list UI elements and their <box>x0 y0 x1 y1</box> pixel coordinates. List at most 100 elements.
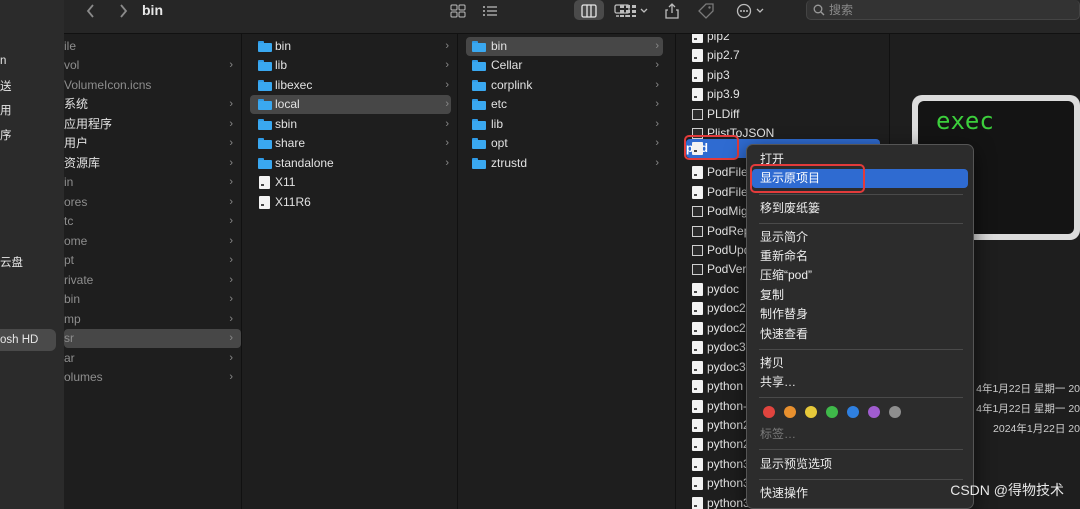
list-item-selected[interactable]: sr › <box>64 329 241 348</box>
list-item[interactable]: 用户 › <box>64 134 241 153</box>
list-item[interactable]: lib › <box>242 56 457 75</box>
back-button[interactable] <box>82 0 100 22</box>
folder-icon <box>472 80 486 91</box>
folder-icon <box>258 99 272 110</box>
list-icon <box>483 6 497 16</box>
list-item[interactable]: bin › <box>242 37 457 56</box>
chevron-right-icon <box>120 4 128 18</box>
menu-item-move-to-trash[interactable]: 移到废纸篓 <box>752 199 968 218</box>
tag-color-dot[interactable] <box>805 406 817 418</box>
list-item[interactable]: 应用程序 › <box>64 115 241 134</box>
list-item[interactable]: ar › <box>64 349 241 368</box>
list-item[interactable]: olumes › <box>64 368 241 387</box>
tag-color-dot[interactable] <box>784 406 796 418</box>
list-item[interactable]: tc › <box>64 212 241 231</box>
list-item[interactable]: pt › <box>64 251 241 270</box>
menu-item-get-info[interactable]: 显示简介 <box>752 228 968 247</box>
chevron-right-icon: › <box>655 59 659 71</box>
list-item[interactable]: lib › <box>458 115 675 134</box>
chevron-right-icon: › <box>445 79 449 91</box>
list-item[interactable]: pip2.7 <box>676 46 889 65</box>
tag-button[interactable] <box>696 0 716 22</box>
list-item[interactable]: standalone › <box>242 154 457 173</box>
icon-view-button[interactable] <box>448 0 468 22</box>
highlight-box-show-original <box>750 164 865 193</box>
sidebar-item[interactable]: 云盘 <box>0 254 23 272</box>
chevron-right-icon: › <box>229 137 233 149</box>
document-icon <box>692 264 703 275</box>
executable-file-icon <box>692 419 703 432</box>
list-item[interactable]: libexec › <box>242 76 457 95</box>
menu-item-quick-look[interactable]: 快速查看 <box>752 325 968 344</box>
list-item[interactable]: 资源库 › <box>64 154 241 173</box>
list-item[interactable]: pip2 <box>676 34 889 46</box>
executable-file-icon <box>692 186 703 199</box>
menu-item-show-view-options[interactable]: 显示预览选项 <box>752 455 968 474</box>
list-item[interactable]: 系统 › <box>64 95 241 114</box>
list-item[interactable]: ores › <box>64 193 241 212</box>
more-actions-button[interactable] <box>734 0 768 22</box>
menu-separator <box>759 349 963 350</box>
chevron-right-icon: › <box>445 137 449 149</box>
modified-date: 4年1月22日 星期一 20 <box>976 403 1080 415</box>
menu-item-duplicate[interactable]: 复制 <box>752 286 968 305</box>
menu-item-quick-actions[interactable]: 快速操作 <box>752 484 968 503</box>
tag-color-dot[interactable] <box>847 406 859 418</box>
sidebar-item[interactable]: 用 <box>0 102 12 120</box>
menu-item-rename[interactable]: 重新命名 <box>752 247 968 266</box>
menu-item-make-alias[interactable]: 制作替身 <box>752 305 968 324</box>
list-item-selected[interactable]: local › <box>250 95 451 114</box>
sidebar-item[interactable]: 送 <box>0 78 12 96</box>
menu-item-compress[interactable]: 压缩“pod” <box>752 266 968 285</box>
highlight-box-pod <box>684 135 739 160</box>
group-by-button[interactable] <box>614 0 654 22</box>
executable-file-icon <box>692 322 703 335</box>
search-icon <box>813 4 825 16</box>
list-view-button[interactable] <box>480 0 500 22</box>
menu-item-share[interactable]: 共享… <box>752 373 968 392</box>
chevron-right-icon: › <box>229 293 233 305</box>
menu-separator <box>759 397 963 398</box>
sidebar-item[interactable]: 序 <box>0 127 12 145</box>
share-button[interactable] <box>662 0 682 22</box>
forward-button[interactable] <box>114 0 132 22</box>
list-item[interactable]: corplink › <box>458 76 675 95</box>
tag-color-dot[interactable] <box>826 406 838 418</box>
list-item[interactable]: PLDiff <box>676 105 889 124</box>
folder-icon <box>472 119 486 130</box>
list-item[interactable]: sbin › <box>242 115 457 134</box>
toolbar: bin 搜索 <box>64 0 1080 34</box>
tag-color-dot[interactable] <box>868 406 880 418</box>
list-item[interactable]: in › <box>64 173 241 192</box>
list-item[interactable]: X11R6 <box>242 193 457 212</box>
sidebar-item[interactable]: n <box>0 52 6 70</box>
list-item[interactable]: X11 <box>242 173 457 192</box>
list-item-selected[interactable]: bin › <box>466 37 663 56</box>
column-view-button[interactable] <box>579 0 599 22</box>
sidebar-item-disk[interactable]: osh HD <box>0 331 38 349</box>
columns-icon <box>581 4 597 18</box>
list-item[interactable]: ztrustd › <box>458 154 675 173</box>
list-item[interactable]: VolumeIcon.icns <box>64 76 241 95</box>
list-item[interactable]: ile <box>64 37 241 56</box>
gallery-view-button[interactable] <box>548 0 572 22</box>
list-item[interactable]: Cellar › <box>458 56 675 75</box>
list-item[interactable]: share › <box>242 134 457 153</box>
list-item[interactable]: bin › <box>64 290 241 309</box>
tag-color-dot[interactable] <box>889 406 901 418</box>
executable-file-icon <box>692 400 703 413</box>
menu-item-copy[interactable]: 拷贝 <box>752 354 968 373</box>
list-item[interactable]: opt › <box>458 134 675 153</box>
list-item[interactable]: mp › <box>64 310 241 329</box>
list-item[interactable]: vol › <box>64 56 241 75</box>
list-item[interactable]: etc › <box>458 95 675 114</box>
search-field[interactable]: 搜索 <box>806 0 1080 20</box>
list-item[interactable]: ome › <box>64 232 241 251</box>
list-item[interactable]: rivate › <box>64 271 241 290</box>
tag-color-dot[interactable] <box>763 406 775 418</box>
chevron-right-icon: › <box>445 157 449 169</box>
list-item[interactable]: pip3 <box>676 66 889 85</box>
menu-item-tags[interactable]: 标签… <box>752 425 968 444</box>
list-item[interactable]: pip3.9 <box>676 85 889 104</box>
folder-icon <box>258 80 272 91</box>
